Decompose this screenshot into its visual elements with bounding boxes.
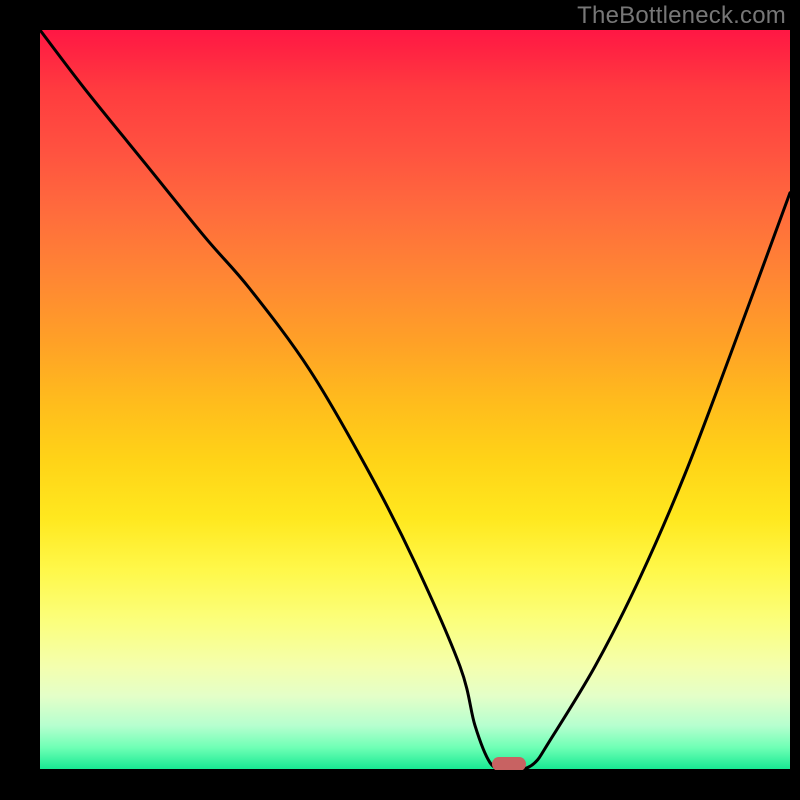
bottleneck-curve — [40, 30, 790, 770]
optimal-point-marker — [492, 757, 526, 770]
plot-area — [40, 30, 790, 770]
watermark-text: TheBottleneck.com — [577, 2, 786, 30]
chart-frame: TheBottleneck.com — [0, 0, 800, 800]
x-axis-baseline — [40, 769, 790, 770]
